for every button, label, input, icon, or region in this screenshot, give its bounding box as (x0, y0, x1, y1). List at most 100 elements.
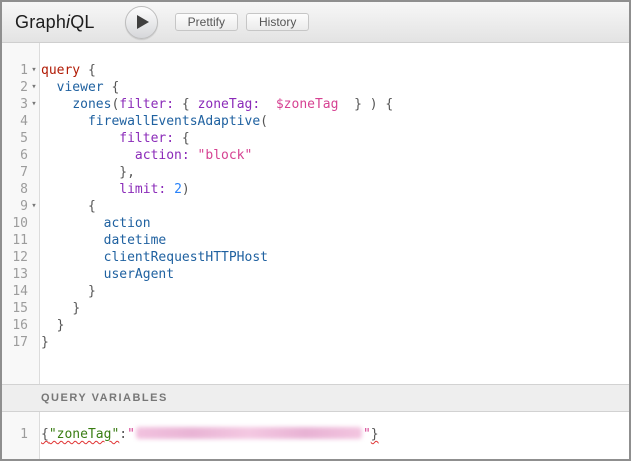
fold-gutter (28, 164, 40, 181)
code-text: }, (40, 164, 135, 181)
token: } (371, 427, 379, 442)
token: } (57, 318, 65, 333)
code-line: 2▾ viewer { (2, 79, 629, 96)
token: userAgent (104, 267, 174, 282)
history-button[interactable]: History (246, 13, 309, 31)
code-text: viewer { (40, 79, 119, 96)
token: zones (72, 97, 111, 112)
token: } ) { (338, 97, 393, 112)
line-number: 11 (2, 232, 28, 249)
fold-gutter (28, 215, 40, 232)
prettify-button[interactable]: Prettify (175, 13, 238, 31)
token (260, 97, 276, 112)
token: filter: (119, 97, 174, 112)
code-line: 6 action: "block" (2, 147, 629, 164)
token: { (80, 63, 96, 78)
toolbar: GraphiQL Prettify History (2, 2, 629, 43)
token: }, (119, 165, 135, 180)
line-number: 14 (2, 283, 28, 300)
token (41, 148, 135, 163)
token (41, 182, 119, 197)
code-line: 15 } (2, 300, 629, 317)
execute-query-button[interactable] (125, 6, 158, 39)
code-text: datetime (40, 232, 166, 249)
token (41, 318, 57, 333)
query-variables-header[interactable]: QUERY VARIABLES (2, 384, 629, 412)
code-line: 1▾query { (2, 62, 629, 79)
code-line: 10 action (2, 215, 629, 232)
token (41, 233, 104, 248)
fold-gutter (28, 130, 40, 147)
token: zoneTag: (198, 97, 261, 112)
line-number: 1 (2, 426, 28, 443)
code-text: action (40, 215, 151, 232)
graphiql-logo: GraphiQL (15, 12, 95, 33)
fold-gutter (28, 300, 40, 317)
code-text: limit: 2) (40, 181, 190, 198)
code-text: {"zoneTag":""} (40, 426, 379, 443)
code-line: 12 clientRequestHTTPHost (2, 249, 629, 266)
token: { (174, 97, 197, 112)
code-text: } (40, 300, 80, 317)
token (41, 80, 57, 95)
fold-gutter (28, 249, 40, 266)
token: limit: (119, 182, 166, 197)
fold-arrow-icon[interactable]: ▾ (28, 62, 40, 79)
token (41, 267, 104, 282)
code-text: zones(filter: { zoneTag: $zoneTag } ) { (40, 96, 393, 113)
token: : (119, 427, 127, 442)
fold-gutter (28, 147, 40, 164)
token (166, 182, 174, 197)
fold-arrow-icon[interactable]: ▾ (28, 79, 40, 96)
code-text: } (40, 283, 96, 300)
code-line: 11 datetime (2, 232, 629, 249)
code-text: firewallEventsAdaptive( (40, 113, 268, 130)
code-text: userAgent (40, 266, 174, 283)
fold-arrow-icon[interactable]: ▾ (28, 198, 40, 215)
code-line: 5 filter: { (2, 130, 629, 147)
code-text: clientRequestHTTPHost (40, 249, 268, 266)
query-editor[interactable]: 1▾query {2▾ viewer {3▾ zones(filter: { z… (2, 43, 629, 384)
token: 2 (174, 182, 182, 197)
line-number: 2 (2, 79, 28, 96)
token: { (88, 199, 96, 214)
code-text: query { (40, 62, 96, 79)
logo-text: Graph (15, 12, 66, 32)
line-number: 16 (2, 317, 28, 334)
code-line: 14 } (2, 283, 629, 300)
token (41, 199, 88, 214)
graphiql-window: GraphiQL Prettify History 1▾query {2▾ vi… (0, 0, 631, 461)
token: " (127, 427, 135, 442)
token: { (41, 427, 49, 442)
play-icon (137, 15, 149, 29)
token: "block" (198, 148, 253, 163)
code-text: action: "block" (40, 147, 252, 164)
fold-gutter (28, 113, 40, 130)
token: clientRequestHTTPHost (104, 250, 268, 265)
code-line: 16 } (2, 317, 629, 334)
line-number: 12 (2, 249, 28, 266)
code-line: 8 limit: 2) (2, 181, 629, 198)
token: " (363, 427, 371, 442)
fold-arrow-icon[interactable]: ▾ (28, 96, 40, 113)
token: "zoneTag" (49, 427, 119, 442)
token (41, 301, 72, 316)
code-text: filter: { (40, 130, 190, 147)
code-line: 4 firewallEventsAdaptive( (2, 113, 629, 130)
token: datetime (104, 233, 167, 248)
token: firewallEventsAdaptive (88, 114, 260, 129)
token (41, 131, 119, 146)
line-number: 5 (2, 130, 28, 147)
token: } (72, 301, 80, 316)
code-line: 9▾ { (2, 198, 629, 215)
fold-gutter (28, 283, 40, 300)
variables-editor[interactable]: 1{"zoneTag":""} (2, 412, 629, 460)
redacted-zone-tag-value (136, 427, 362, 439)
line-number: 17 (2, 334, 28, 351)
line-number: 15 (2, 300, 28, 317)
token: $zoneTag (276, 97, 339, 112)
code-line: 1{"zoneTag":""} (2, 426, 629, 443)
token (41, 114, 88, 129)
token: action: (135, 148, 190, 163)
token: viewer (57, 80, 104, 95)
